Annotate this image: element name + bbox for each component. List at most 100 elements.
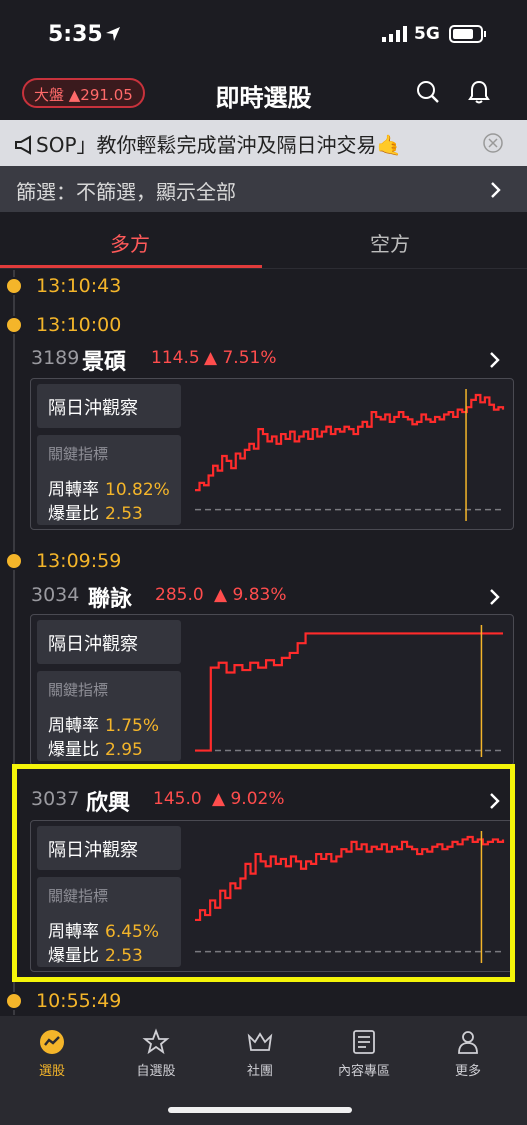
search-icon[interactable] [416,80,440,104]
tag-box: 隔日沖觀察 [37,384,181,428]
stock-price: 285.0 [155,585,204,605]
nav-label: 更多 [454,1064,481,1079]
status-bar: 5:35 5G [0,0,527,70]
metric-value: 10.82% [105,480,170,500]
time-node-dot [5,277,23,295]
home-indicator [168,1107,352,1113]
timeline-line [13,270,15,1015]
filter-label: 篩選：不篩選，顯示全部 [16,180,236,204]
price-line [195,835,505,922]
tag-box: 隔日沖觀察 [37,620,181,664]
person-icon [458,1031,478,1054]
metric-value: 6.45% [105,922,160,942]
chevron-right-icon [490,352,500,368]
metric-value: 1.75% [105,716,160,736]
bell-icon[interactable] [467,80,491,104]
nav-item-picks[interactable]: 選股 [7,1028,97,1079]
metrics-box: 關鍵指標 周轉率 6.45% 爆量比 2.53 [37,877,181,967]
time-label: 10:55:49 [36,990,122,1012]
nav-label: 內容專區 [337,1064,390,1079]
notice-text: SOP」教你輕鬆完成當沖及隔日沖交易🤙 [14,129,486,158]
time-node: 10:55:49 [0,990,527,1014]
metric-label: 周轉率 [48,922,99,942]
metrics-title: 關鍵指標 [48,445,109,463]
metric-value: 2.53 [105,504,143,524]
nav-item-community[interactable]: 社團 [215,1028,305,1079]
metric-label: 爆量比 [48,740,99,760]
stock-header[interactable]: 3037 欣興 145.0 ▲ 9.02% [0,788,527,816]
stock-price: 145.0 [153,789,202,809]
direction-tabs: 多方 空方 [0,212,527,269]
notice-message: SOP」教你輕鬆完成當沖及隔日沖交易🤙 [36,133,402,157]
star-icon [142,1028,170,1055]
stock-name: 聯詠 [88,587,133,612]
intraday-chart [195,389,505,521]
metric-turnover: 周轉率 1.75% [48,711,159,736]
stock-change: ▲ 7.51% [204,348,277,368]
time-node: 13:10:43 [0,275,527,299]
nav-item-more[interactable]: 更多 [423,1028,513,1079]
nav-item-watchlist[interactable]: 自選股 [111,1028,201,1079]
time-node-dot [5,552,23,570]
page-title: 即時選股 [215,84,312,112]
stock-price: 114.5 [151,348,200,368]
tag-label: 隔日沖觀察 [48,840,138,861]
time-node-dot [5,992,23,1010]
stock-change: ▲ 9.83% [214,585,287,605]
location-arrow-icon [106,27,120,41]
time-label: 13:10:43 [36,275,122,297]
active-tab-indicator [0,265,262,268]
time-node: 13:10:00 [0,314,527,338]
metric-value: 2.95 [105,740,143,760]
time-label: 13:09:59 [36,550,122,572]
chevron-right-icon [490,589,500,605]
nav-label: 自選股 [136,1064,176,1079]
stock-code: 3034 [31,584,80,606]
trend-icon [40,1030,64,1054]
megaphone-icon [15,135,31,155]
nav-label: 選股 [38,1064,65,1079]
news-icon [353,1030,375,1054]
metric-label: 爆量比 [48,504,99,524]
nav-item-content[interactable]: 內容專區 [319,1028,409,1079]
close-icon[interactable] [482,132,504,154]
network-label: 5G [414,24,440,44]
stock-name: 景碩 [82,350,127,375]
stock-name: 欣興 [86,791,131,816]
tab-long[interactable]: 多方 [110,228,150,257]
metric-volume: 爆量比 2.53 [48,941,143,966]
chevron-right-icon [491,182,501,198]
nav-label: 社團 [246,1064,273,1079]
stock-card[interactable]: 隔日沖觀察 關鍵指標 周轉率 1.75% 爆量比 2.95 [30,614,514,766]
stock-card[interactable]: 隔日沖觀察 關鍵指標 周轉率 10.82% 爆量比 2.53 [30,378,514,530]
tab-short[interactable]: 空方 [370,228,410,257]
chevron-right-icon [490,793,500,809]
filter-row[interactable]: 篩選：不篩選，顯示全部 [0,166,527,212]
metric-volume: 爆量比 2.53 [48,499,143,524]
status-time: 5:35 [48,22,103,47]
metrics-title: 關鍵指標 [48,681,109,699]
tag-box: 隔日沖觀察 [37,826,181,870]
time-label: 13:10:00 [36,314,122,336]
metric-turnover: 周轉率 10.82% [48,475,170,500]
metric-label: 周轉率 [48,480,99,500]
stock-header[interactable]: 3189 景碩 114.5 ▲ 7.51% [0,347,527,375]
stock-header[interactable]: 3034 聯詠 285.0 ▲ 9.83% [0,584,527,612]
intraday-chart [195,831,505,963]
stock-card[interactable]: 隔日沖觀察 關鍵指標 周轉率 6.45% 爆量比 2.53 [30,820,514,972]
crown-icon [247,1032,273,1051]
stock-change: ▲ 9.02% [212,789,285,809]
stock-code: 3037 [31,788,80,810]
time-node: 13:09:59 [0,550,527,574]
signal-icon [382,26,407,42]
notice-banner[interactable]: SOP」教你輕鬆完成當沖及隔日沖交易🤙 [0,120,527,166]
metric-turnover: 周轉率 6.45% [48,917,159,942]
metrics-box: 關鍵指標 周轉率 10.82% 爆量比 2.53 [37,435,181,525]
metric-label: 周轉率 [48,716,99,736]
metric-label: 爆量比 [48,946,99,966]
metric-volume: 爆量比 2.95 [48,735,143,760]
tag-label: 隔日沖觀察 [48,634,138,655]
tag-label: 隔日沖觀察 [48,398,138,419]
intraday-chart [195,625,503,757]
app-header: 大盤 ▲291.05 即時選股 [0,70,527,120]
